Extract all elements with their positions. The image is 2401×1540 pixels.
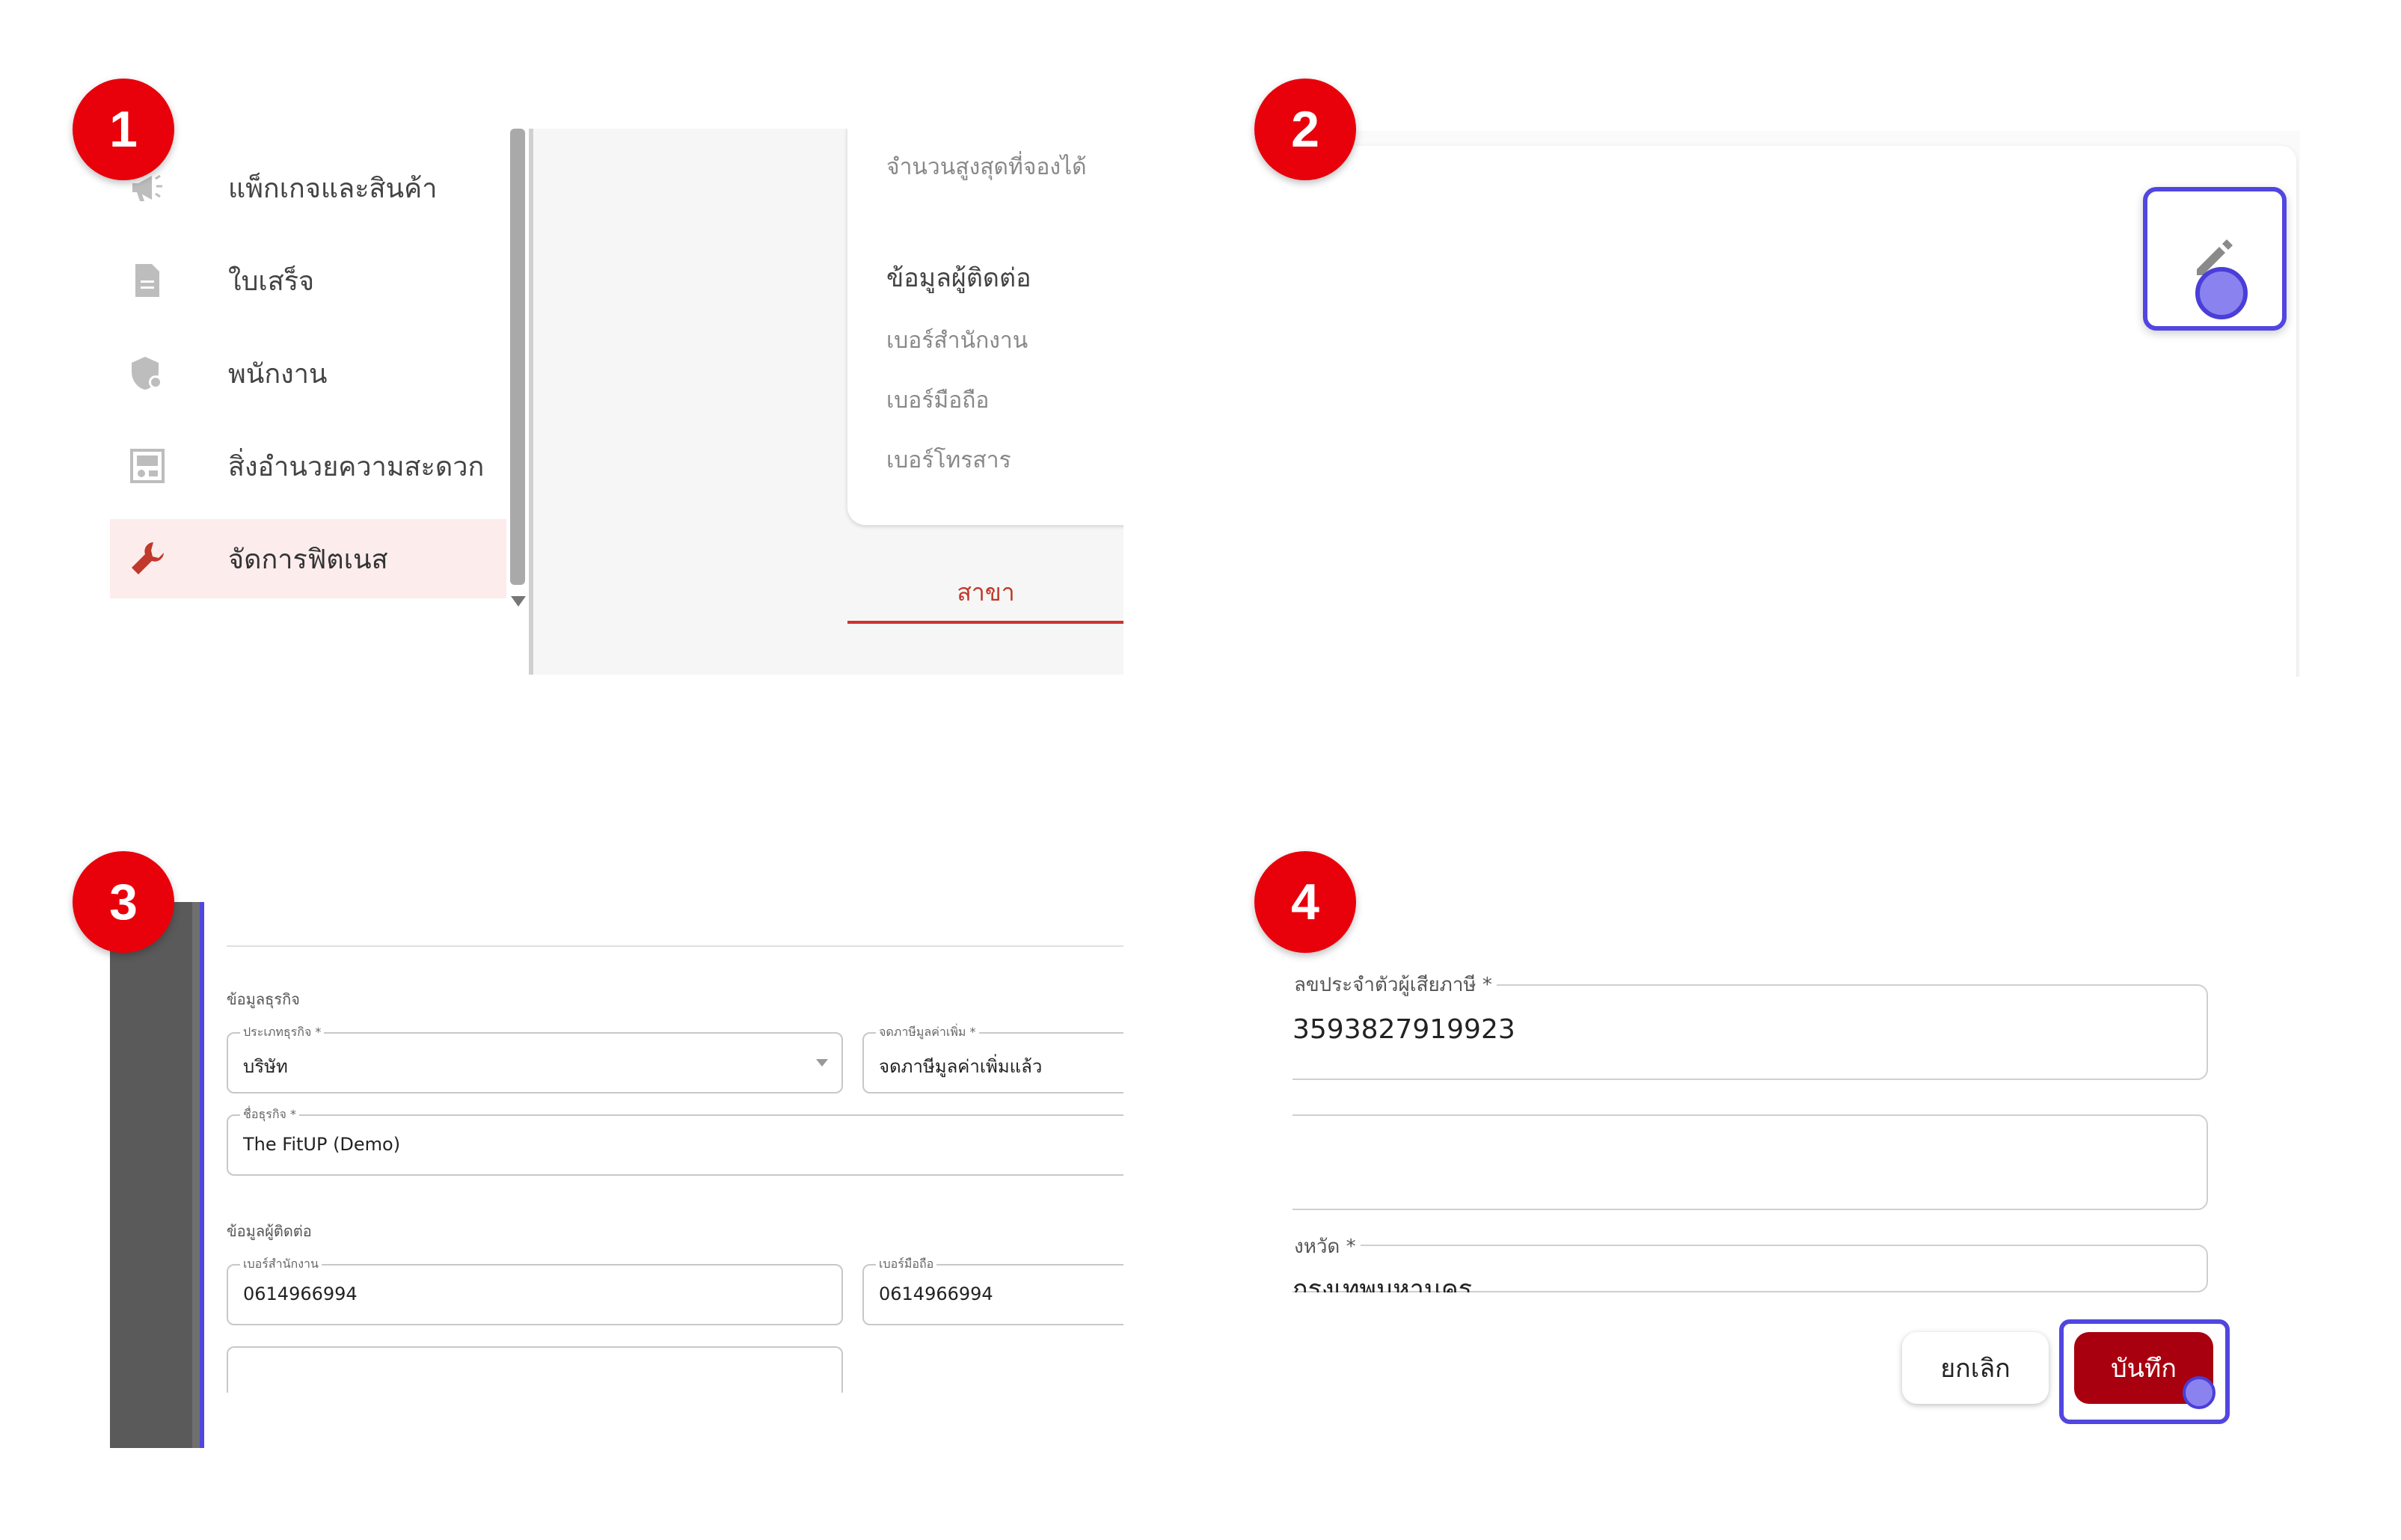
facility-icon [125,444,170,488]
tab-active-indicator [847,621,1123,624]
chevron-down-icon [816,1059,828,1067]
panel-1-sidebar-menu: แพ็กเกจและสินค้า ใบเสร็จ พนักงาน สิ่งอำน… [110,129,1123,676]
field-label: ประเภทธุรกิจ * [240,1023,325,1042]
contact-heading: ข้อมูลผู้ติดต่อ [886,263,1031,293]
click-indicator [2183,1376,2216,1409]
field-label: เบอร์สำนักงาน [240,1255,322,1274]
office-phone-label: เบอร์สำนักงาน [886,328,1028,354]
tax-id-label: ลขประจำตัวผู้เสียภาษี * [1293,969,1497,1000]
fitness-detail-card [1301,146,2296,677]
staff-shield-icon [125,351,170,396]
fax-label: เบอร์โทรสาร [886,447,1011,473]
sidebar-menu: แพ็กเกจและสินค้า ใบเสร็จ พนักงาน สิ่งอำน… [110,129,514,675]
sidebar-item-label: จัดการฟิตเนส [228,544,388,575]
fitness-info-card: จำนวนสูงสุดที่จองได้ ข้อมูลผู้ติดต่อ เบอ… [847,129,1123,525]
field-label: ชื่อธุรกิจ * [240,1105,299,1124]
step-badge-3: 3 [73,851,174,953]
field-label: เบอร์มือถือ [876,1255,937,1274]
sidebar-item-label: สิ่งอำนวยความสะดวก [228,451,485,482]
field-value: จดภาษีมูลค่าเพิ่มแล้ว [879,1056,1043,1077]
field-value: The FitUP (Demo) [243,1134,401,1155]
province-select[interactable]: กรุงเทพมหานคร [1293,1245,2208,1304]
sidebar-item-label: พนักงาน [228,358,328,390]
field-value: บริษัท [243,1056,288,1077]
sidebar-item-label: ใบเสร็จ [228,266,315,297]
field-value: 0614966994 [879,1283,993,1304]
sidebar-item-fitness-management[interactable]: จัดการฟิตเนส [110,519,506,598]
sidebar-item-label: แพ็กเกจและสินค้า [228,173,438,204]
field-value: 0614966994 [243,1283,358,1304]
sidebar-item-packages[interactable]: แพ็กเกจและสินค้า [110,148,506,227]
scroll-down-arrow-icon[interactable] [511,596,526,607]
panel-2-edit-button [1301,131,2300,677]
contact-section-title: ข้อมูลผู้ติดต่อ [227,1222,312,1240]
fitness-content-area: จำนวนสูงสุดที่จองได้ ข้อมูลผู้ติดต่อ เบอ… [529,129,1123,675]
panel-3-business-form: ข้อมูลธุรกิจ ประเภทธุรกิจ * บริษัท จดภาษ… [110,902,1123,1448]
business-name-input[interactable]: ชื่อธุรกิจ * The FitUP (Demo) [227,1105,1123,1176]
mobile-phone-label: เบอร์มือถือ [886,387,990,414]
field-value: 3593827919923 [1293,1014,1515,1045]
click-indicator [2195,267,2248,319]
sidebar-item-staff[interactable]: พนักงาน [110,334,506,413]
sidebar-item-receipts[interactable]: ใบเสร็จ [110,241,506,320]
max-booking-label: จำนวนสูงสุดที่จองได้ [886,154,1087,180]
sidebar-item-facilities[interactable]: สิ่งอำนวยความสะดวก [110,426,506,506]
edit-form-footer: 3593827919923 ลขประจำตัวผู้เสียภาษี * กร… [1293,902,2300,1448]
business-type-select[interactable]: ประเภทธุรกิจ * บริษัท [227,1023,843,1093]
address-input[interactable] [1293,1114,2208,1210]
receipt-icon [125,258,170,303]
business-section-title: ข้อมูลธุรกิจ [227,990,300,1008]
fax-input[interactable] [227,1346,843,1393]
step-badge-4: 4 [1254,851,1356,953]
step-badge-1: 1 [73,79,174,180]
province-label: งหวัด * [1293,1231,1361,1262]
tab-branch[interactable]: สาขา [847,562,1123,622]
sidebar-scrollbar[interactable] [510,129,525,585]
mobile-phone-input[interactable]: เบอร์มือถือ 0614966994 [862,1255,1123,1325]
vat-select[interactable]: จดภาษีมูลค่าเพิ่ม * จดภาษีมูลค่าเพิ่มแล้… [862,1023,1123,1093]
office-phone-input[interactable]: เบอร์สำนักงาน 0614966994 [227,1255,843,1325]
cancel-button[interactable]: ยกเลิก [1902,1332,2049,1404]
step-badge-2: 2 [1254,79,1356,180]
wrench-icon [125,536,170,581]
field-label: จดภาษีมูลค่าเพิ่ม * [876,1023,979,1042]
panel-4-save-form: 3593827919923 ลขประจำตัวผู้เสียภาษี * กร… [1293,902,2300,1448]
business-edit-form: ข้อมูลธุรกิจ ประเภทธุรกิจ * บริษัท จดภาษ… [200,902,1123,1448]
